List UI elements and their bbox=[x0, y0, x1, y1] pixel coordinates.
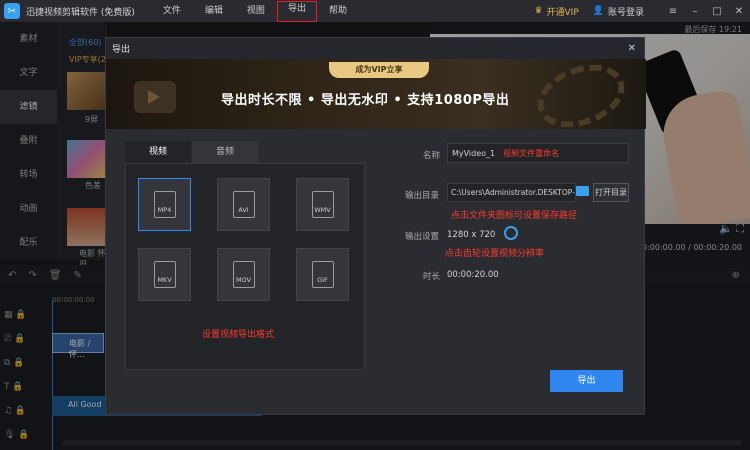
file-icon: MKV bbox=[153, 261, 176, 288]
menu-view[interactable]: 视图 bbox=[235, 0, 277, 22]
camera-icon bbox=[134, 81, 176, 113]
crown-icon: ♛ bbox=[534, 6, 543, 16]
app-title: 迅捷视频剪辑软件 (免费版) bbox=[26, 7, 135, 18]
app-logo-icon: ✂ bbox=[4, 3, 20, 19]
format-tabs: 视频 音频 bbox=[125, 141, 259, 163]
format-mp4[interactable]: MP4 bbox=[138, 178, 191, 231]
folder-icon[interactable] bbox=[576, 186, 589, 196]
name-field[interactable]: MyVideo_1 视频文件重命名 bbox=[447, 143, 629, 163]
gear-icon[interactable] bbox=[504, 226, 518, 240]
name-label: 名称 bbox=[423, 151, 441, 161]
name-annotation: 视频文件重命名 bbox=[503, 149, 560, 158]
menu-icon[interactable]: ≡ bbox=[662, 6, 684, 17]
file-icon: MP4 bbox=[153, 191, 176, 218]
menu-bar: 文件 编辑 视图 导出 帮助 bbox=[151, 0, 359, 22]
format-annotation: 设置视频导出格式 bbox=[202, 330, 275, 340]
banner-badge: 成为VIP立享 bbox=[329, 62, 429, 78]
app-window: ✂ 迅捷视频剪辑软件 (免费版) 文件 编辑 视图 导出 帮助 ♛ 开通VIP … bbox=[0, 0, 750, 450]
dir-annotation: 点击文件夹图标可设置保存路径 bbox=[451, 211, 578, 221]
name-value: MyVideo_1 bbox=[452, 149, 496, 158]
format-wmv[interactable]: WMV bbox=[296, 178, 349, 231]
duration-value: 00:00:20.00 bbox=[447, 270, 499, 280]
menu-edit[interactable]: 编辑 bbox=[193, 0, 235, 22]
dir-label: 输出目录 bbox=[405, 191, 440, 201]
format-label: MOV bbox=[235, 276, 252, 284]
format-label: MKV bbox=[157, 276, 172, 284]
minimize-icon[interactable]: – bbox=[684, 6, 706, 17]
resolution-value: 1280 x 720 bbox=[447, 230, 496, 240]
format-mov[interactable]: MOV bbox=[217, 248, 270, 301]
file-icon: GIF bbox=[311, 261, 334, 288]
close-window-icon[interactable]: ✕ bbox=[728, 6, 750, 17]
title-bar: ✂ 迅捷视频剪辑软件 (免费版) 文件 编辑 视图 导出 帮助 ♛ 开通VIP … bbox=[0, 0, 750, 22]
file-icon: WMV bbox=[311, 191, 334, 218]
user-icon: 👤 bbox=[592, 6, 604, 16]
duration-label: 时长 bbox=[423, 272, 441, 282]
account-label: 账号登录 bbox=[607, 7, 644, 18]
output-dir-field[interactable]: C:\Users\Administrator.DESKTOP- bbox=[447, 183, 576, 202]
vip-banner[interactable]: 成为VIP立享 导出时长不限 • 导出无水印 • 支持1080P导出 bbox=[106, 59, 646, 129]
settings-annotation: 点击齿轮设置视频分辨率 bbox=[445, 249, 545, 259]
title-bar-right: ♛ 开通VIP 👤 账号登录 ≡ – □ ✕ bbox=[534, 0, 750, 22]
close-icon[interactable]: ✕ bbox=[628, 43, 636, 54]
format-gif[interactable]: GIF bbox=[296, 248, 349, 301]
format-avi[interactable]: AVI bbox=[217, 178, 270, 231]
file-icon: AVI bbox=[232, 191, 255, 218]
maximize-icon[interactable]: □ bbox=[706, 6, 728, 17]
file-icon: MOV bbox=[232, 261, 255, 288]
vip-button[interactable]: ♛ 开通VIP bbox=[534, 5, 578, 18]
vip-label: 开通VIP bbox=[546, 7, 579, 18]
menu-file[interactable]: 文件 bbox=[151, 0, 193, 22]
format-label: MP4 bbox=[157, 206, 172, 214]
format-label: AVI bbox=[238, 206, 249, 214]
format-label: WMV bbox=[314, 206, 331, 214]
format-mkv[interactable]: MKV bbox=[138, 248, 191, 301]
open-dir-button[interactable]: 打开目录 bbox=[593, 183, 629, 202]
menu-help[interactable]: 帮助 bbox=[317, 0, 359, 22]
dialog-title: 导出 bbox=[112, 45, 131, 55]
banner-text: 导出时长不限 • 导出无水印 • 支持1080P导出 bbox=[221, 93, 510, 108]
tab-video[interactable]: 视频 bbox=[125, 141, 191, 163]
film-reel-icon bbox=[528, 59, 634, 129]
account-button[interactable]: 👤 账号登录 bbox=[593, 5, 644, 18]
settings-label: 输出设置 bbox=[405, 232, 440, 242]
export-dialog: 导出 ✕ 成为VIP立享 导出时长不限 • 导出无水印 • 支持1080P导出 … bbox=[105, 37, 646, 415]
tab-audio[interactable]: 音频 bbox=[192, 141, 258, 163]
menu-export[interactable]: 导出 bbox=[276, 1, 317, 22]
dialog-header: 导出 ✕ bbox=[106, 38, 644, 59]
format-label: GIF bbox=[317, 276, 328, 284]
export-button[interactable]: 导出 bbox=[550, 370, 623, 392]
